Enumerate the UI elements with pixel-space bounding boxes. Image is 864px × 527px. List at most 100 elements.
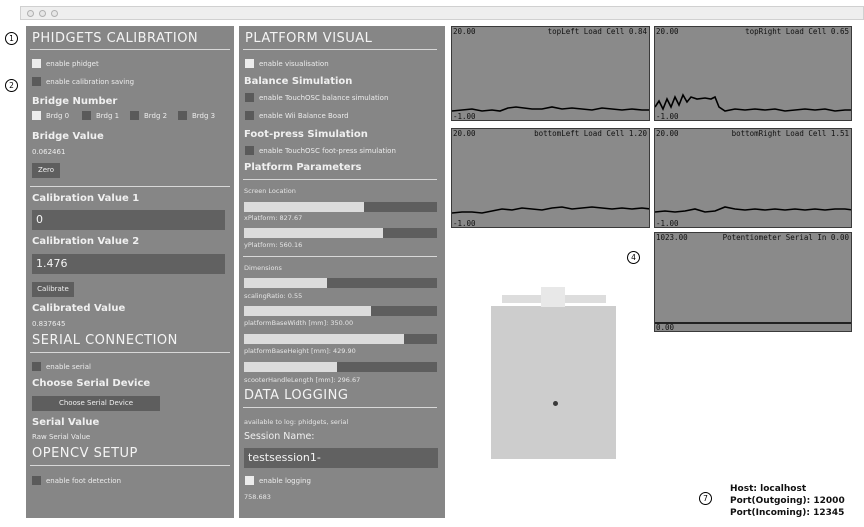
chart-series-line — [452, 106, 649, 112]
enable-visualisation-checkbox[interactable] — [245, 59, 254, 68]
enable-serial-label: enable serial — [46, 363, 91, 371]
serial-connection-title: SERIAL CONNECTION — [32, 333, 178, 348]
enable-foot-detection-checkbox[interactable] — [32, 476, 41, 485]
platform-base-width-slider[interactable] — [244, 306, 437, 316]
calibrated-value: 0.837645 — [32, 320, 66, 328]
bridge-0-checkbox[interactable] — [32, 111, 41, 120]
host-label: Host: localhost — [730, 484, 807, 494]
enable-calibration-saving-checkbox[interactable] — [32, 77, 41, 86]
bridge-value: 0.062461 — [32, 148, 66, 156]
touchosc-balance-checkbox[interactable] — [245, 93, 254, 102]
scaling-ratio-slider[interactable] — [244, 278, 437, 288]
calibration-value-2-heading: Calibration Value 2 — [32, 236, 140, 247]
choose-serial-device-heading: Choose Serial Device — [32, 378, 151, 389]
choose-serial-device-button[interactable]: Choose Serial Device — [32, 396, 160, 411]
enable-phidget-label: enable phidget — [46, 60, 99, 68]
chart-plot — [452, 106, 649, 112]
bridge-3-label: Brdg 3 — [192, 112, 216, 120]
bridge-1-label: Brdg 1 — [96, 112, 120, 120]
platform-visual-title: PLATFORM VISUAL — [245, 31, 373, 46]
wii-balance-board-label: enable Wii Balance Board — [259, 112, 349, 120]
bridge-number-heading: Bridge Number — [32, 96, 118, 107]
slider-fill — [244, 334, 405, 344]
divider — [243, 407, 437, 408]
bridge-1-checkbox[interactable] — [82, 111, 91, 120]
top-left-load-cell-chart: 20.00 topLeft Load Cell 0.84 -1.00 — [451, 26, 650, 121]
enable-phidget-checkbox[interactable] — [32, 59, 41, 68]
serial-value-heading: Serial Value — [32, 417, 100, 428]
scooter-handle-length-slider[interactable] — [244, 362, 437, 372]
touchosc-balance-label: enable TouchOSC balance simulation — [259, 94, 389, 102]
divider — [243, 49, 437, 50]
wii-balance-board-checkbox[interactable] — [245, 111, 254, 120]
port-outgoing-label: Port(Outgoing): 12000 — [730, 496, 845, 506]
annotation-marker-4: 4 — [627, 251, 640, 264]
xplatform-label: xPlatform: 827.67 — [244, 214, 303, 222]
enable-logging-label: enable logging — [259, 477, 311, 485]
logging-counter: 758.683 — [244, 493, 271, 501]
close-window-button[interactable] — [27, 10, 34, 17]
port-incoming-label: Port(Incoming): 12345 — [730, 508, 845, 518]
divider — [30, 186, 230, 187]
screen-location-label: Screen Location — [244, 187, 296, 195]
balance-simulation-heading: Balance Simulation — [244, 76, 353, 87]
bottom-right-load-cell-chart: 20.00 bottomRight Load Cell 1.51 -1.00 — [654, 128, 852, 228]
potentiometer-serial-chart: 1023.00 Potentiometer Serial In 0.00 0.0… — [654, 232, 852, 332]
calibration-value-2-input[interactable]: 1.476 — [32, 254, 225, 274]
divider — [30, 49, 230, 50]
minimize-window-button[interactable] — [39, 10, 46, 17]
calibration-value-1-input[interactable]: 0 — [32, 210, 225, 230]
divider — [30, 352, 230, 353]
annotation-marker-2: 2 — [5, 79, 18, 92]
chart-plot — [655, 93, 851, 112]
raw-serial-value-label: Raw Serial Value — [32, 433, 91, 441]
touchosc-foot-press-checkbox[interactable] — [245, 146, 254, 155]
zoom-window-button[interactable] — [51, 10, 58, 17]
yplatform-slider[interactable] — [244, 228, 437, 238]
bridge-2-label: Brdg 2 — [144, 112, 168, 120]
calibration-value-1-heading: Calibration Value 1 — [32, 193, 140, 204]
chart-series-line — [655, 93, 851, 112]
platform-base-visual — [491, 306, 616, 459]
slider-fill — [244, 278, 327, 288]
enable-foot-detection-label: enable foot detection — [46, 477, 122, 485]
data-logging-title: DATA LOGGING — [244, 388, 349, 403]
top-right-load-cell-chart: 20.00 topRight Load Cell 0.65 -1.00 — [654, 26, 852, 121]
calibrated-value-heading: Calibrated Value — [32, 303, 126, 314]
calibration-title: PHIDGETS CALIBRATION — [32, 31, 199, 46]
touchosc-foot-press-label: enable TouchOSC foot-press simulation — [259, 147, 396, 155]
divider — [30, 465, 230, 466]
enable-logging-checkbox[interactable] — [245, 476, 254, 485]
enable-calibration-saving-label: enable calibration saving — [46, 78, 135, 86]
platform-base-height-label: platformBaseHeight [mm]: 429.90 — [244, 347, 356, 355]
window-titlebar — [20, 6, 864, 20]
xplatform-slider[interactable] — [244, 202, 437, 212]
available-to-log-label: available to log: phidgets, serial — [244, 418, 349, 426]
bridge-2-checkbox[interactable] — [130, 111, 139, 120]
slider-fill — [244, 228, 383, 238]
center-of-pressure-dot — [553, 401, 558, 406]
session-name-heading: Session Name: — [244, 431, 315, 442]
bridge-3-checkbox[interactable] — [178, 111, 187, 120]
scaling-ratio-label: scalingRatio: 0.55 — [244, 292, 303, 300]
chart-plot — [452, 206, 649, 214]
calibrate-button[interactable]: Calibrate — [32, 282, 74, 297]
enable-visualisation-label: enable visualisation — [259, 60, 329, 68]
enable-serial-checkbox[interactable] — [32, 362, 41, 371]
dimensions-label: Dimensions — [244, 264, 282, 272]
bottom-left-load-cell-chart: 20.00 bottomLeft Load Cell 1.20 -1.00 — [451, 128, 650, 228]
chart-plot — [655, 322, 851, 324]
host-info: Host: localhost Port(Outgoing): 12000 Po… — [730, 483, 845, 519]
scooter-handle-length-label: scooterHandleLength [mm]: 296.67 — [244, 376, 361, 384]
slider-fill — [244, 362, 337, 372]
slider-fill — [244, 306, 372, 316]
opencv-setup-title: OPENCV SETUP — [32, 446, 138, 461]
bridge-value-heading: Bridge Value — [32, 131, 104, 142]
platform-base-height-slider[interactable] — [244, 334, 437, 344]
platform-parameters-heading: Platform Parameters — [244, 162, 362, 173]
annotation-marker-7: 7 — [699, 492, 712, 505]
session-name-input[interactable]: testsession1- — [244, 448, 438, 468]
yplatform-label: yPlatform: 560.16 — [244, 241, 303, 249]
chart-series-line — [452, 206, 649, 214]
zero-button[interactable]: Zero — [32, 163, 60, 178]
